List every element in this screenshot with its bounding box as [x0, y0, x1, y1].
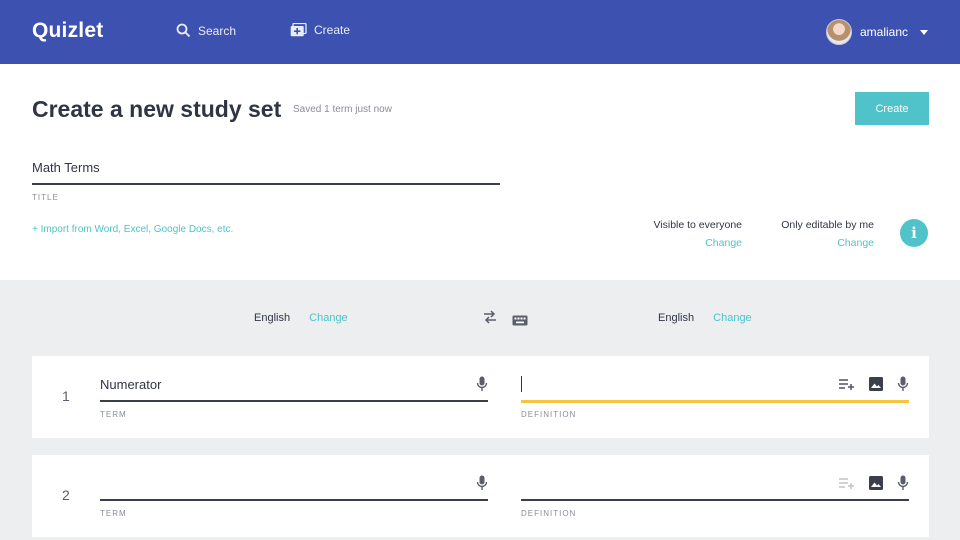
term-card: 2 TERM DEFINITION — [32, 455, 929, 537]
import-link[interactable]: + Import from Word, Excel, Google Docs, … — [32, 224, 233, 235]
nav-search-label: Search — [198, 23, 237, 38]
definition-underline — [521, 499, 909, 501]
term-label: TERM — [100, 410, 127, 419]
definition-field[interactable]: DEFINITION — [521, 473, 909, 518]
top-nav-bar: Quizlet Search Create amalianc — [0, 0, 960, 64]
search-icon — [176, 23, 191, 38]
swap-icon[interactable] — [482, 310, 498, 329]
editability-setting: Only editable by me Change — [781, 219, 874, 249]
title-field-label: TITLE — [32, 193, 59, 202]
definition-label: DEFINITION — [521, 509, 577, 518]
visibility-change-link[interactable]: Change — [653, 237, 742, 249]
chevron-down-icon — [920, 29, 928, 35]
text-cursor — [521, 376, 522, 392]
set-header-panel: Create a new study set Saved 1 term just… — [0, 64, 960, 280]
mic-icon[interactable] — [897, 475, 909, 496]
quizlet-logo[interactable]: Quizlet — [32, 19, 103, 43]
editability-label: Only editable by me — [781, 219, 874, 231]
visibility-setting: Visible to everyone Change — [653, 219, 742, 249]
visibility-label: Visible to everyone — [653, 219, 742, 231]
mic-icon[interactable] — [897, 376, 909, 397]
image-icon[interactable] — [869, 476, 883, 495]
term-language: English Change — [254, 312, 348, 324]
keyboard-icon[interactable] — [512, 313, 528, 331]
editability-change-link[interactable]: Change — [781, 237, 874, 249]
term-language-label: English — [254, 312, 291, 324]
set-title-input[interactable]: Math Terms — [32, 160, 100, 175]
definition-underline-active — [521, 400, 909, 403]
term-language-change[interactable]: Change — [309, 312, 348, 324]
term-underline — [100, 400, 488, 402]
create-button[interactable]: Create — [855, 92, 929, 125]
mic-icon[interactable] — [476, 475, 488, 496]
definition-language-label: English — [658, 312, 695, 324]
image-icon[interactable] — [869, 377, 883, 396]
avatar — [825, 19, 852, 45]
saved-status: Saved 1 term just now — [293, 104, 392, 115]
create-set-icon — [290, 23, 307, 37]
username: amalianc — [859, 25, 908, 39]
add-list-icon[interactable] — [839, 377, 855, 395]
term-field[interactable]: TERM — [100, 473, 488, 518]
term-input[interactable]: Numerator — [100, 377, 161, 392]
definition-field[interactable]: DEFINITION — [521, 374, 909, 419]
title-underline — [32, 183, 500, 185]
definition-language-change[interactable]: Change — [713, 312, 752, 324]
definition-language: English Change — [658, 312, 752, 324]
term-card: 1 Numerator TERM DEFINITION — [32, 356, 929, 438]
nav-create[interactable]: Create — [290, 23, 350, 37]
nav-create-label: Create — [314, 23, 351, 37]
page-title: Create a new study set — [32, 96, 282, 122]
info-icon[interactable]: i — [900, 219, 928, 247]
term-label: TERM — [100, 509, 127, 518]
add-list-icon[interactable] — [839, 476, 855, 494]
term-field[interactable]: Numerator TERM — [100, 374, 488, 419]
card-number: 2 — [62, 487, 70, 503]
user-menu[interactable]: amalianc — [825, 19, 928, 45]
card-number: 1 — [62, 388, 70, 404]
mic-icon[interactable] — [476, 376, 488, 397]
definition-label: DEFINITION — [521, 410, 577, 419]
nav-search[interactable]: Search — [176, 23, 236, 38]
term-underline — [100, 499, 488, 501]
